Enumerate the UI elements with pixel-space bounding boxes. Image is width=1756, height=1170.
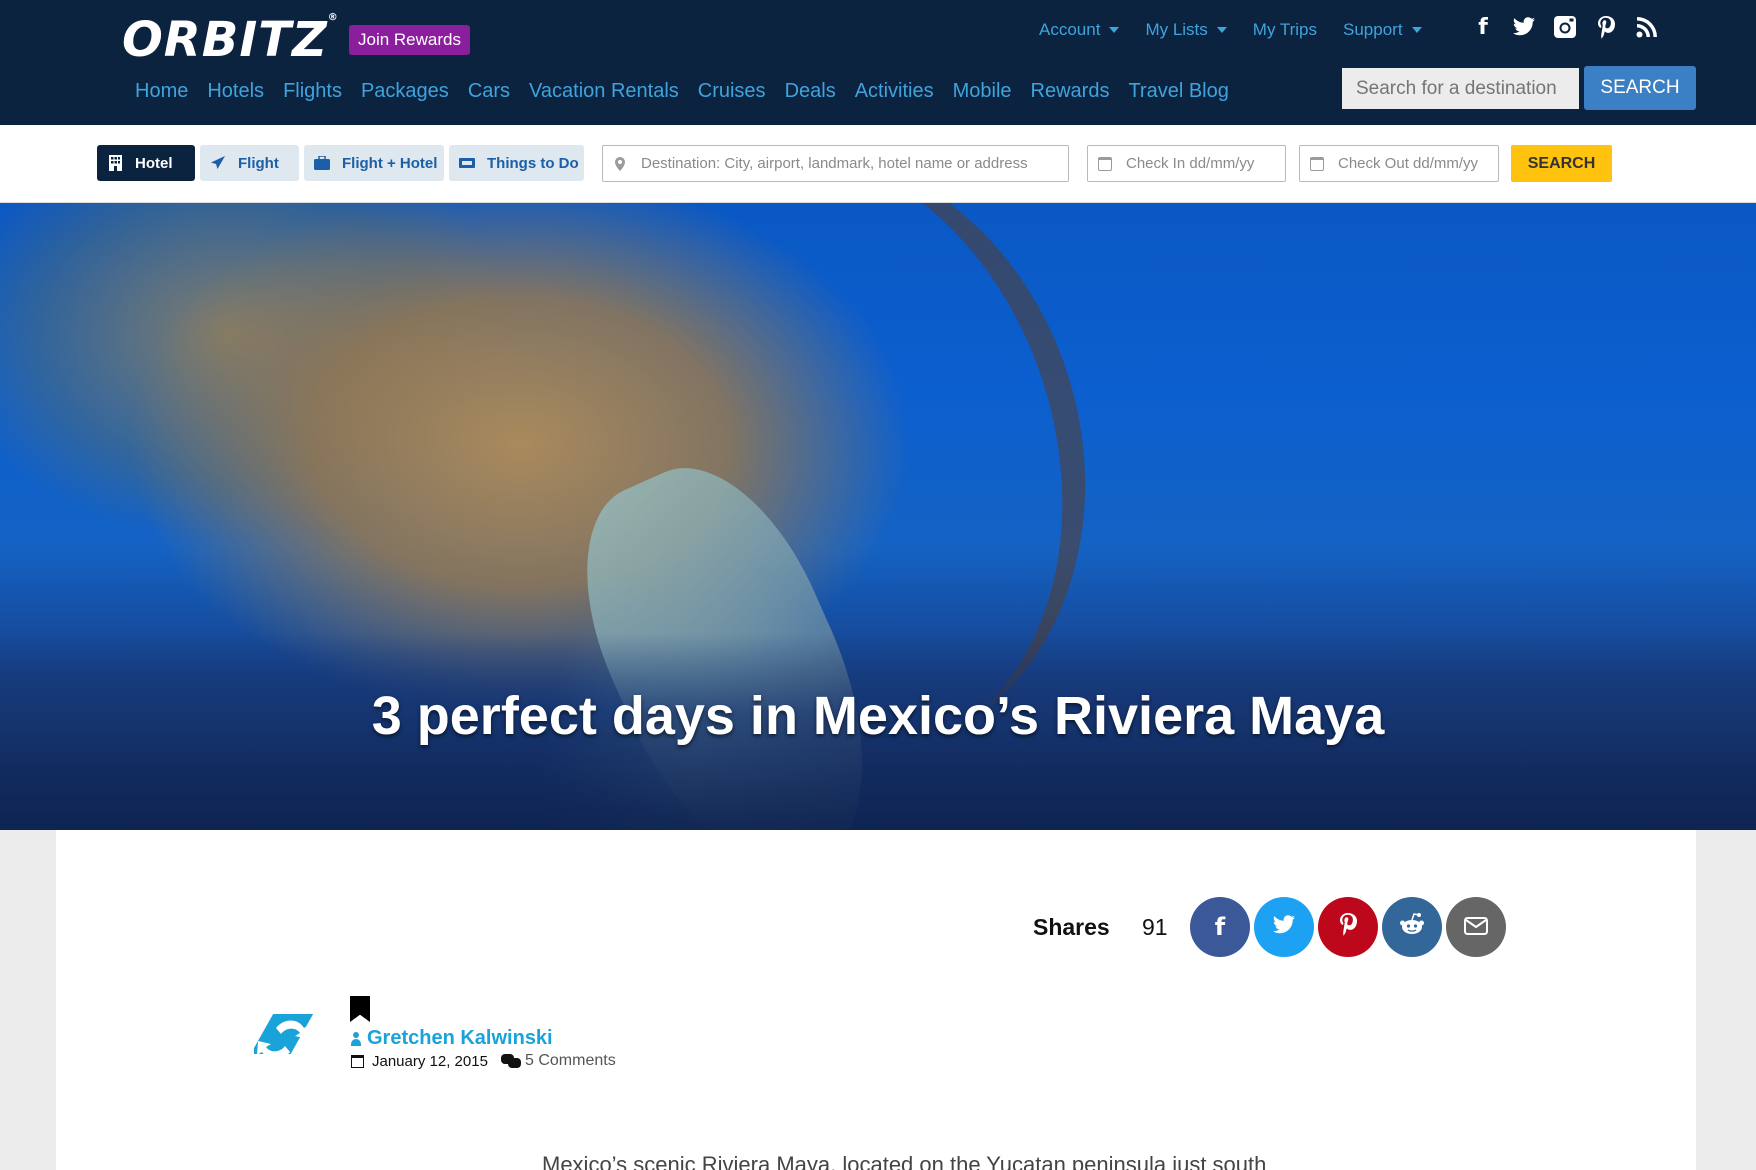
share-reddit-button[interactable] <box>1382 897 1442 957</box>
utility-nav: Account My Lists My Trips Support <box>1039 20 1448 40</box>
booking-bar: Hotel Flight Flight + Hotel Things to Do… <box>0 125 1756 203</box>
chevron-down-icon <box>1109 27 1120 33</box>
shares-label: Shares <box>1033 914 1110 940</box>
join-rewards-button[interactable]: Join Rewards <box>349 25 470 55</box>
destination-field[interactable]: Destination: City, airport, landmark, ho… <box>602 145 1069 182</box>
map-pin-icon <box>613 156 627 171</box>
nav-flights[interactable]: Flights <box>283 80 342 103</box>
article-title: 3 perfect days in Mexico’s Riviera Maya <box>371 686 1385 746</box>
nav-vacation-rentals[interactable]: Vacation Rentals <box>529 80 679 103</box>
ticket-icon <box>459 155 475 171</box>
nav-hotels[interactable]: Hotels <box>207 80 264 103</box>
building-icon <box>107 155 123 171</box>
nav-cars[interactable]: Cars <box>468 80 510 103</box>
calendar-icon <box>1310 156 1324 171</box>
plane-icon <box>210 155 226 171</box>
account-menu[interactable]: Account <box>1039 20 1120 40</box>
instagram-icon[interactable] <box>1552 14 1578 40</box>
orbitz-logo[interactable]: ORBITZ® <box>122 12 339 68</box>
top-header: ORBITZ® Join Rewards Account My Lists My… <box>0 0 1756 125</box>
nav-travel-blog[interactable]: Travel Blog <box>1128 80 1228 103</box>
article-body <box>56 830 1696 1170</box>
pinterest-icon <box>1338 912 1358 942</box>
social-links: f <box>1470 14 1660 40</box>
comments-link[interactable]: 5 Comments <box>501 1052 616 1070</box>
tab-things-to-do[interactable]: Things to Do <box>449 145 584 181</box>
facebook-icon[interactable]: f <box>1470 14 1496 40</box>
facebook-icon: f <box>1214 913 1226 941</box>
pinterest-icon[interactable] <box>1593 14 1619 40</box>
nav-deals[interactable]: Deals <box>785 80 836 103</box>
nav-home[interactable]: Home <box>135 80 188 103</box>
checkin-field[interactable]: Check In dd/mm/yy <box>1087 145 1286 182</box>
article-excerpt: Mexico’s scenic Riviera Maya, located on… <box>542 1152 1267 1170</box>
twitter-icon[interactable] <box>1511 14 1537 40</box>
nav-activities[interactable]: Activities <box>855 80 934 103</box>
suitcase-icon <box>314 155 330 171</box>
nav-cruises[interactable]: Cruises <box>698 80 766 103</box>
comments-icon <box>501 1054 521 1068</box>
my-lists-menu[interactable]: My Lists <box>1145 20 1227 40</box>
share-twitter-button[interactable] <box>1254 897 1314 957</box>
support-menu[interactable]: Support <box>1343 20 1422 40</box>
nav-mobile[interactable]: Mobile <box>953 80 1012 103</box>
share-email-button[interactable] <box>1446 897 1506 957</box>
chevron-down-icon <box>1216 27 1227 33</box>
site-search-input[interactable] <box>1342 68 1579 109</box>
share-pinterest-button[interactable] <box>1318 897 1378 957</box>
share-facebook-button[interactable]: f <box>1190 897 1250 957</box>
main-nav: Home Hotels Flights Packages Cars Vacati… <box>135 80 1248 103</box>
checkout-field[interactable]: Check Out dd/mm/yy <box>1299 145 1499 182</box>
tab-flight[interactable]: Flight <box>200 145 299 181</box>
post-date: January 12, 2015 <box>351 1053 488 1070</box>
calendar-icon <box>351 1055 364 1068</box>
tab-hotel[interactable]: Hotel <box>97 145 195 181</box>
person-icon <box>351 1031 361 1046</box>
rss-icon[interactable] <box>1634 14 1660 40</box>
author-avatar <box>250 1010 318 1070</box>
author-link[interactable]: Gretchen Kalwinski <box>351 1027 553 1050</box>
booking-search-button[interactable]: SEARCH <box>1511 145 1612 182</box>
site-search-button[interactable]: SEARCH <box>1584 66 1696 110</box>
twitter-icon <box>1272 913 1296 941</box>
nav-rewards[interactable]: Rewards <box>1031 80 1110 103</box>
shares-count: 91 <box>1142 914 1168 940</box>
nav-packages[interactable]: Packages <box>361 80 449 103</box>
calendar-icon <box>1098 156 1112 171</box>
reddit-icon <box>1398 912 1426 942</box>
tab-flight-hotel[interactable]: Flight + Hotel <box>304 145 444 181</box>
email-icon <box>1464 913 1488 941</box>
my-trips-link[interactable]: My Trips <box>1253 20 1317 40</box>
chevron-down-icon <box>1411 27 1422 33</box>
